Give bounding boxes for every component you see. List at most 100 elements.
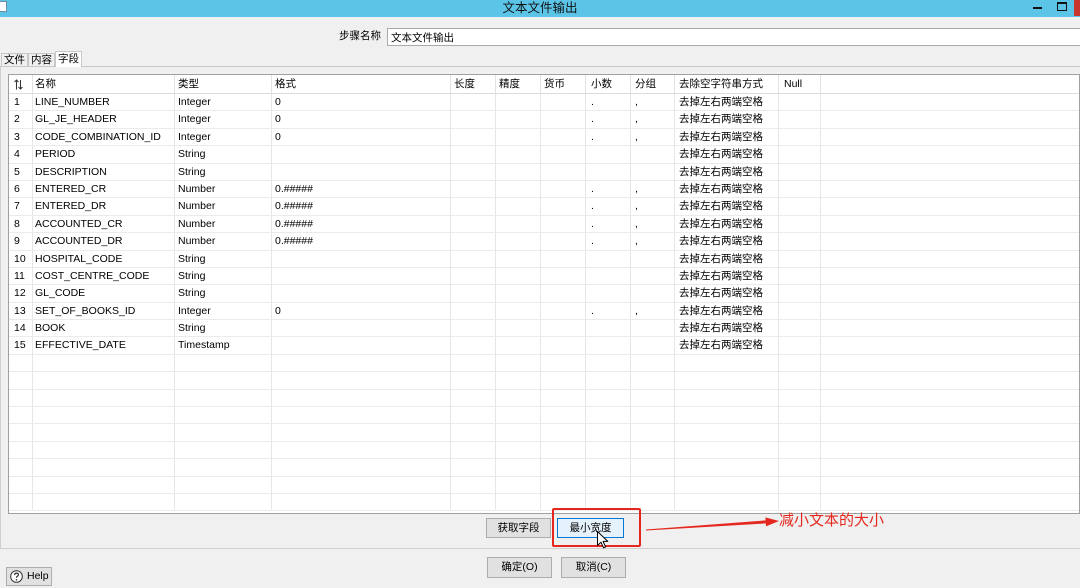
trim-type-cell[interactable] xyxy=(675,476,779,493)
table-row[interactable]: 5 DESCRIPTION String 去掉左右两端空格 xyxy=(9,163,1079,181)
trim-type-cell[interactable]: 去掉左右两端空格 xyxy=(675,233,779,250)
precision-cell[interactable] xyxy=(496,146,541,163)
decimal-cell[interactable] xyxy=(586,337,631,354)
currency-cell[interactable] xyxy=(541,424,586,441)
decimal-cell[interactable]: . xyxy=(586,233,631,250)
group-cell[interactable] xyxy=(631,424,675,441)
format-cell[interactable] xyxy=(272,441,451,459)
group-cell[interactable] xyxy=(631,163,675,180)
table-row[interactable]: 15 EFFECTIVE_DATE Timestamp 去掉左右两端空格 xyxy=(9,337,1079,355)
group-cell[interactable] xyxy=(631,320,675,337)
name-cell[interactable] xyxy=(33,424,175,441)
name-cell[interactable] xyxy=(33,372,175,389)
precision-cell[interactable] xyxy=(496,215,541,233)
type-cell[interactable] xyxy=(175,354,272,372)
group-cell[interactable] xyxy=(631,354,675,372)
group-cell[interactable] xyxy=(631,459,675,476)
currency-cell[interactable] xyxy=(541,180,586,198)
length-cell[interactable] xyxy=(451,424,496,441)
empty-row[interactable] xyxy=(9,459,1079,477)
name-cell[interactable] xyxy=(33,459,175,476)
length-cell[interactable] xyxy=(451,128,496,146)
format-cell[interactable]: 0.##### xyxy=(272,198,451,215)
row-number-cell[interactable]: 6 xyxy=(9,180,33,198)
precision-cell[interactable] xyxy=(496,111,541,128)
type-cell[interactable] xyxy=(175,424,272,441)
column-header-format[interactable]: 格式 xyxy=(272,75,451,93)
precision-cell[interactable] xyxy=(496,128,541,146)
length-cell[interactable] xyxy=(451,476,496,493)
format-cell[interactable] xyxy=(272,250,451,267)
column-header-trim-type[interactable]: 去除空字符串方式 xyxy=(675,75,779,93)
null-cell[interactable] xyxy=(779,233,821,250)
row-number-cell[interactable] xyxy=(9,389,33,407)
minimize-button[interactable] xyxy=(1025,0,1049,15)
row-number-cell[interactable]: 8 xyxy=(9,215,33,233)
precision-cell[interactable] xyxy=(496,354,541,372)
null-cell[interactable] xyxy=(779,441,821,459)
precision-cell[interactable] xyxy=(496,233,541,250)
trim-type-cell[interactable]: 去掉左右两端空格 xyxy=(675,285,779,302)
group-cell[interactable]: , xyxy=(631,180,675,198)
type-cell[interactable]: String xyxy=(175,267,272,285)
currency-cell[interactable] xyxy=(541,146,586,163)
group-cell[interactable]: , xyxy=(631,198,675,215)
format-cell[interactable] xyxy=(272,267,451,285)
length-cell[interactable] xyxy=(451,267,496,285)
get-fields-button[interactable]: 获取字段 xyxy=(486,518,551,538)
currency-cell[interactable] xyxy=(541,163,586,180)
decimal-cell[interactable] xyxy=(586,389,631,407)
format-cell[interactable] xyxy=(272,337,451,354)
type-cell[interactable] xyxy=(175,372,272,389)
format-cell[interactable] xyxy=(272,372,451,389)
name-cell[interactable] xyxy=(33,441,175,459)
type-cell[interactable]: Integer xyxy=(175,111,272,128)
trim-type-cell[interactable]: 去掉左右两端空格 xyxy=(675,180,779,198)
decimal-cell[interactable] xyxy=(586,285,631,302)
precision-cell[interactable] xyxy=(496,250,541,267)
row-number-cell[interactable]: 2 xyxy=(9,111,33,128)
row-number-cell[interactable] xyxy=(9,459,33,476)
null-cell[interactable] xyxy=(779,215,821,233)
length-cell[interactable] xyxy=(451,163,496,180)
row-index-header[interactable] xyxy=(9,75,33,93)
length-cell[interactable] xyxy=(451,180,496,198)
row-number-cell[interactable]: 5 xyxy=(9,163,33,180)
type-cell[interactable]: Integer xyxy=(175,128,272,146)
length-cell[interactable] xyxy=(451,250,496,267)
column-header-type[interactable]: 类型 xyxy=(175,75,272,93)
length-cell[interactable] xyxy=(451,94,496,111)
decimal-cell[interactable]: . xyxy=(586,128,631,146)
null-cell[interactable] xyxy=(779,302,821,320)
type-cell[interactable]: Number xyxy=(175,215,272,233)
row-number-cell[interactable]: 4 xyxy=(9,146,33,163)
row-number-cell[interactable]: 3 xyxy=(9,128,33,146)
format-cell[interactable] xyxy=(272,146,451,163)
format-cell[interactable] xyxy=(272,493,451,511)
currency-cell[interactable] xyxy=(541,233,586,250)
table-row[interactable]: 2 GL_JE_HEADER Integer 0., 去掉左右两端空格 xyxy=(9,111,1079,129)
type-cell[interactable]: String xyxy=(175,146,272,163)
help-button[interactable]: Help xyxy=(6,567,52,586)
group-cell[interactable] xyxy=(631,146,675,163)
null-cell[interactable] xyxy=(779,407,821,424)
type-cell[interactable] xyxy=(175,493,272,511)
decimal-cell[interactable] xyxy=(586,163,631,180)
format-cell[interactable] xyxy=(272,407,451,424)
trim-type-cell[interactable] xyxy=(675,459,779,476)
name-cell[interactable] xyxy=(33,493,175,511)
table-row[interactable]: 14 BOOK String 去掉左右两端空格 xyxy=(9,320,1079,338)
name-cell[interactable]: SET_OF_BOOKS_ID xyxy=(33,302,175,320)
null-cell[interactable] xyxy=(779,163,821,180)
currency-cell[interactable] xyxy=(541,285,586,302)
table-row[interactable]: 13 SET_OF_BOOKS_ID Integer 0., 去掉左右两端空格 xyxy=(9,302,1079,321)
length-cell[interactable] xyxy=(451,111,496,128)
empty-row[interactable] xyxy=(9,354,1079,373)
name-cell[interactable]: ENTERED_CR xyxy=(33,180,175,198)
trim-type-cell[interactable]: 去掉左右两端空格 xyxy=(675,267,779,285)
table-row[interactable]: 3 CODE_COMBINATION_ID Integer 0., 去掉左右两端空格 xyxy=(9,128,1079,147)
decimal-cell[interactable] xyxy=(586,476,631,493)
row-number-cell[interactable]: 11 xyxy=(9,267,33,285)
length-cell[interactable] xyxy=(451,441,496,459)
type-cell[interactable] xyxy=(175,407,272,424)
